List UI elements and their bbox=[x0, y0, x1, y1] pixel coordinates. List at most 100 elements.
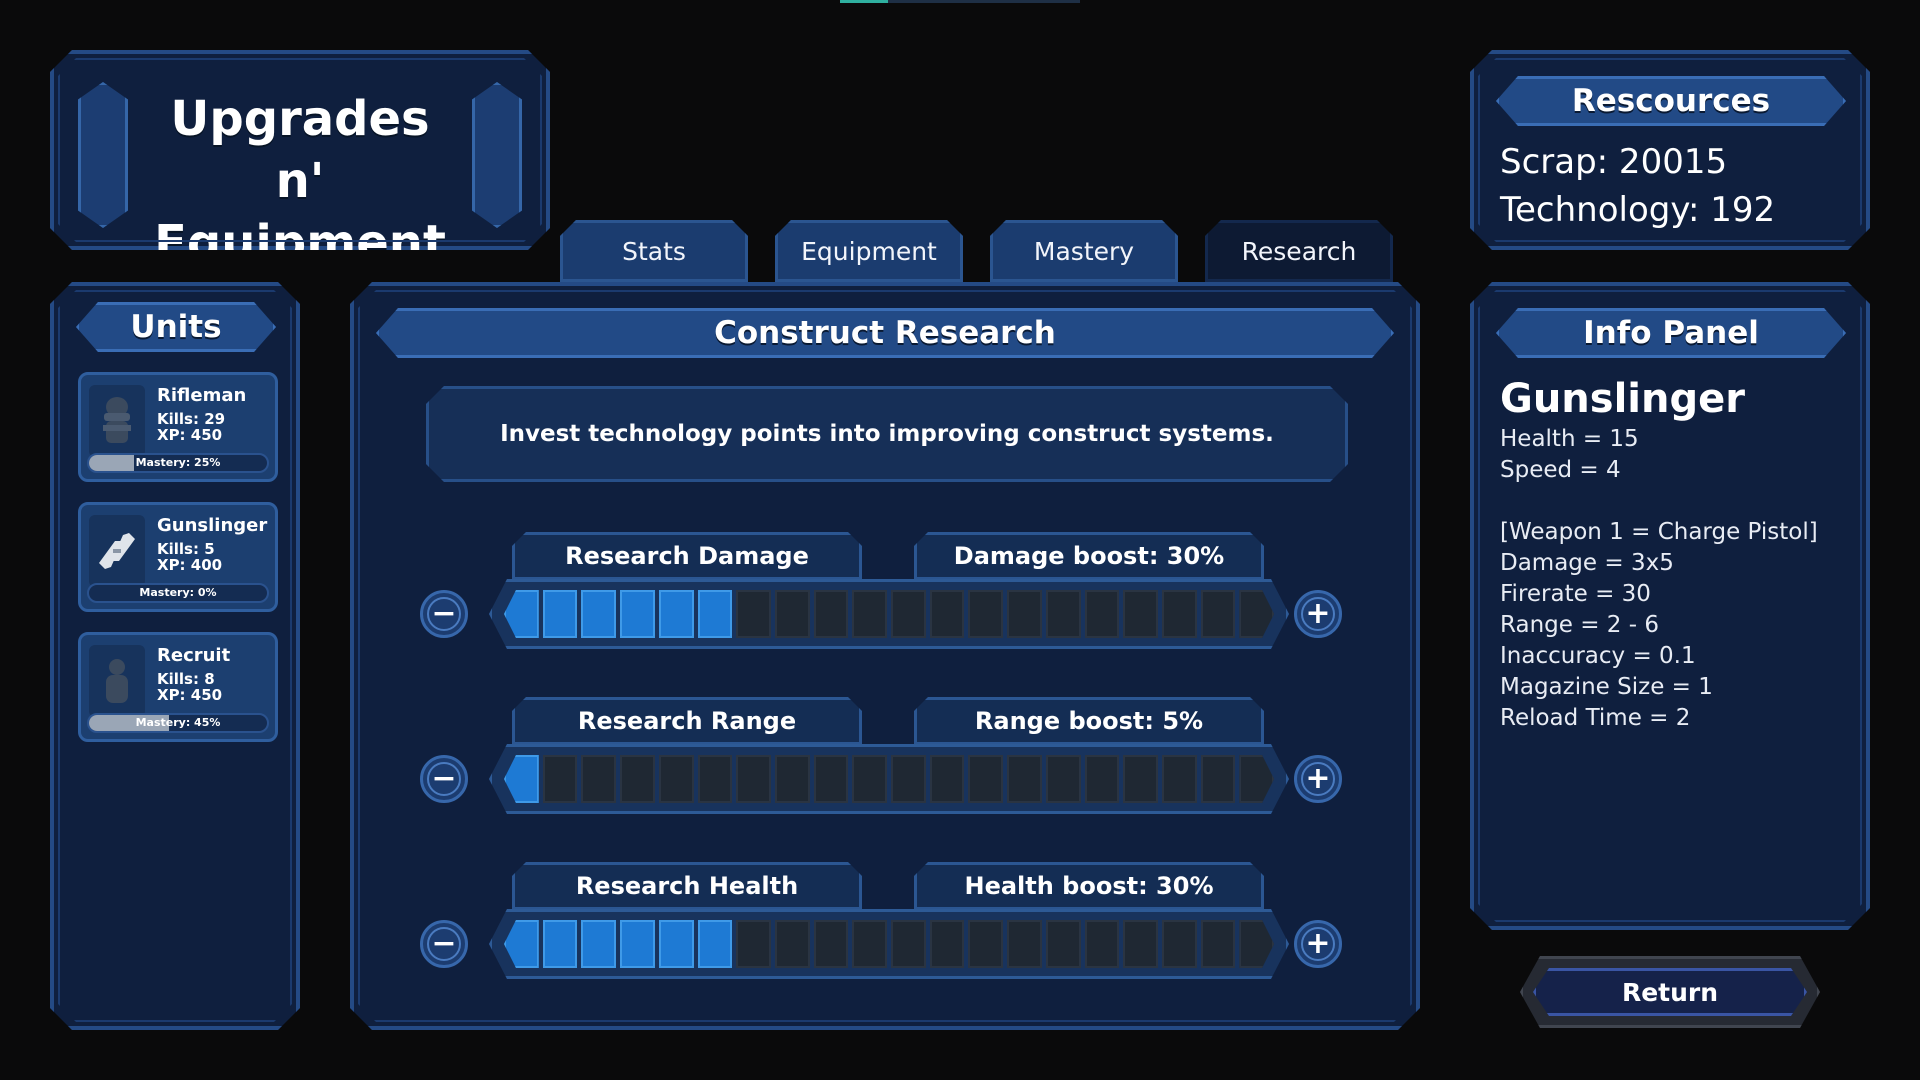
plus-icon: + bbox=[1301, 927, 1335, 961]
filled-segment bbox=[620, 920, 655, 968]
unit-kills: Kills: 29 bbox=[157, 410, 226, 428]
unit-name: Recruit bbox=[157, 645, 231, 666]
filled-segment bbox=[698, 590, 733, 638]
return-button[interactable]: Return bbox=[1520, 956, 1820, 1028]
technology-count: Technology: 192 bbox=[1500, 190, 1776, 230]
mastery-label: Mastery: 45% bbox=[135, 716, 221, 729]
empty-segment bbox=[1201, 590, 1236, 638]
research-description: Invest technology points into improving … bbox=[426, 386, 1348, 482]
damage-boost-label: Damage boost: 30% bbox=[914, 532, 1264, 580]
tab-research[interactable]: Research bbox=[1205, 220, 1393, 282]
unit-name: Rifleman bbox=[157, 385, 247, 406]
unit-card-gunslinger[interactable]: Gunslinger Kills: 5 XP: 400 Mastery: 0% bbox=[78, 502, 278, 612]
filled-segment bbox=[698, 920, 733, 968]
filled-segment bbox=[543, 590, 578, 638]
recruit-icon bbox=[89, 645, 145, 717]
decrease-range-button[interactable]: − bbox=[420, 755, 468, 803]
decrease-damage-button[interactable]: − bbox=[420, 590, 468, 638]
tab-stats[interactable]: Stats bbox=[560, 220, 748, 282]
info-unit-name: Gunslinger bbox=[1500, 376, 1745, 422]
empty-segment bbox=[891, 755, 926, 803]
unit-name: Gunslinger bbox=[157, 515, 268, 536]
empty-segment bbox=[736, 920, 771, 968]
health-boost-label: Health boost: 30% bbox=[914, 862, 1264, 910]
tab-mastery[interactable]: Mastery bbox=[990, 220, 1178, 282]
unit-xp: XP: 400 bbox=[157, 556, 223, 574]
info-line: Inaccuracy = 0.1 bbox=[1500, 643, 1696, 669]
scrap-count: Scrap: 20015 bbox=[1500, 142, 1728, 182]
empty-segment bbox=[775, 920, 810, 968]
plus-icon: + bbox=[1301, 597, 1335, 631]
empty-segment bbox=[736, 755, 771, 803]
empty-segment bbox=[930, 755, 965, 803]
empty-segment bbox=[814, 755, 849, 803]
filled-segment bbox=[581, 590, 616, 638]
empty-segment bbox=[1239, 755, 1274, 803]
empty-segment bbox=[814, 920, 849, 968]
unit-card-recruit[interactable]: Recruit Kills: 8 XP: 450 Mastery: 45% bbox=[78, 632, 278, 742]
units-panel: Units Rifleman Kills: 29 XP: 450 Mastery… bbox=[50, 282, 300, 1030]
info-header: Info Panel bbox=[1496, 308, 1846, 358]
increase-damage-button[interactable]: + bbox=[1294, 590, 1342, 638]
empty-segment bbox=[1085, 920, 1120, 968]
soldier-icon bbox=[89, 385, 145, 457]
unit-xp: XP: 450 bbox=[157, 426, 223, 444]
info-line: Firerate = 30 bbox=[1500, 581, 1651, 607]
mastery-label: Mastery: 25% bbox=[135, 456, 221, 469]
mastery-label: Mastery: 0% bbox=[139, 586, 217, 599]
title-right-ornament bbox=[472, 82, 522, 228]
empty-segment bbox=[891, 590, 926, 638]
empty-segment bbox=[1162, 590, 1197, 638]
empty-segment bbox=[581, 755, 616, 803]
info-line: [Weapon 1 = Charge Pistol] bbox=[1500, 519, 1818, 545]
research-panel: Construct Research Invest technology poi… bbox=[350, 282, 1420, 1030]
minus-icon: − bbox=[427, 762, 461, 796]
empty-segment bbox=[1007, 920, 1042, 968]
increase-range-button[interactable]: + bbox=[1294, 755, 1342, 803]
info-line: Reload Time = 2 bbox=[1500, 705, 1691, 731]
minus-icon: − bbox=[427, 597, 461, 631]
empty-segment bbox=[1123, 755, 1158, 803]
title-panel: Upgrades n' Equipment bbox=[50, 50, 550, 250]
filled-segment bbox=[504, 755, 539, 803]
pistols-icon bbox=[89, 515, 145, 587]
filled-segment bbox=[504, 590, 539, 638]
empty-segment bbox=[814, 590, 849, 638]
filled-segment bbox=[581, 920, 616, 968]
empty-segment bbox=[620, 755, 655, 803]
mastery-bar: Mastery: 45% bbox=[87, 713, 269, 733]
empty-segment bbox=[968, 590, 1003, 638]
mastery-bar: Mastery: 25% bbox=[87, 453, 269, 473]
unit-card-rifleman[interactable]: Rifleman Kills: 29 XP: 450 Mastery: 25% bbox=[78, 372, 278, 482]
empty-segment bbox=[852, 590, 887, 638]
unit-xp: XP: 450 bbox=[157, 686, 223, 704]
empty-segment bbox=[1007, 590, 1042, 638]
research-damage-label: Research Damage bbox=[512, 532, 862, 580]
resources-panel: Rescources Scrap: 20015 Technology: 192 bbox=[1470, 50, 1870, 250]
empty-segment bbox=[1239, 920, 1274, 968]
filled-segment bbox=[659, 920, 694, 968]
range-boost-label: Range boost: 5% bbox=[914, 697, 1264, 745]
info-line: Damage = 3x5 bbox=[1500, 550, 1674, 576]
filled-segment bbox=[543, 920, 578, 968]
empty-segment bbox=[775, 755, 810, 803]
increase-health-button[interactable]: + bbox=[1294, 920, 1342, 968]
resources-header: Rescources bbox=[1496, 76, 1846, 126]
empty-segment bbox=[852, 920, 887, 968]
info-line: Speed = 4 bbox=[1500, 457, 1621, 483]
page-title: Upgrades n' Equipment bbox=[154, 91, 446, 271]
empty-segment bbox=[736, 590, 771, 638]
filled-segment bbox=[620, 590, 655, 638]
empty-segment bbox=[1123, 590, 1158, 638]
mastery-bar: Mastery: 0% bbox=[87, 583, 269, 603]
tab-equipment[interactable]: Equipment bbox=[775, 220, 963, 282]
empty-segment bbox=[968, 755, 1003, 803]
minus-icon: − bbox=[427, 927, 461, 961]
title-left-ornament bbox=[78, 82, 128, 228]
range-progress-bar bbox=[489, 744, 1289, 814]
decrease-health-button[interactable]: − bbox=[420, 920, 468, 968]
research-header: Construct Research bbox=[376, 308, 1394, 358]
filled-segment bbox=[504, 920, 539, 968]
return-button-label: Return bbox=[1533, 968, 1807, 1016]
info-line: Health = 15 bbox=[1500, 426, 1639, 452]
